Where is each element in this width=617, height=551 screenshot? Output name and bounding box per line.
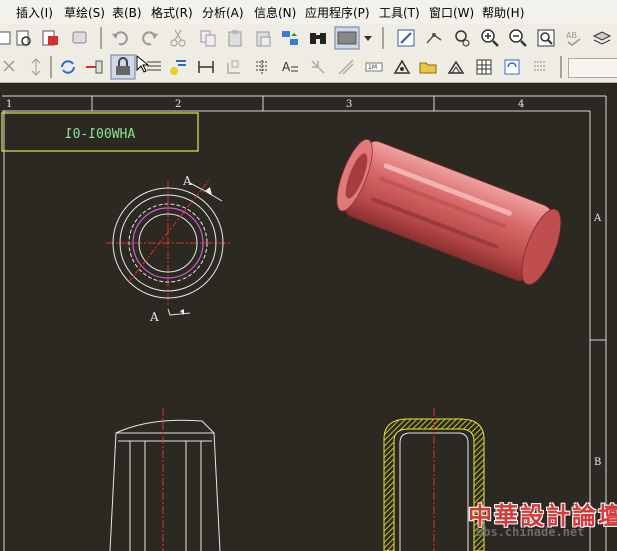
zoom-out-icon[interactable]	[508, 28, 528, 48]
undo-icon[interactable]	[110, 28, 130, 48]
zone-label-a: A	[593, 213, 602, 224]
drawing-canvas[interactable]: 1 2 3 4 A B AHW001-01 A A	[0, 83, 617, 551]
copy-to-icon[interactable]	[70, 28, 90, 48]
section-label-top: A	[182, 174, 192, 188]
zone-label-3: 3	[346, 99, 352, 110]
zone-label-1: 1	[6, 99, 12, 110]
dimension-icon[interactable]	[424, 28, 444, 48]
update-icon[interactable]	[502, 57, 522, 77]
toolbar-separator	[50, 56, 52, 78]
menu-format[interactable]: 格式(R)	[151, 4, 193, 21]
view-icon[interactable]	[446, 57, 466, 77]
toolbar-separator	[100, 27, 102, 49]
snap-icon[interactable]	[252, 57, 272, 77]
zone-label-b: B	[594, 457, 601, 468]
toolbar-drawing: A 1M	[0, 52, 617, 83]
drawing-sheet: 1 2 3 4 A B AHW001-01 A A	[1, 95, 607, 551]
zone-label-4: 4	[518, 99, 524, 110]
list-icon[interactable]	[530, 57, 550, 77]
paste-icon[interactable]	[226, 28, 246, 48]
view-display-icon[interactable]	[334, 26, 360, 50]
toolbar-separator	[560, 56, 562, 78]
delete-icon[interactable]	[0, 57, 20, 77]
watermark-url: bbs.chinade.net	[476, 525, 585, 539]
3d-model-cylinder[interactable]	[329, 134, 569, 290]
section-label-bottom: A	[149, 310, 159, 324]
menu-help[interactable]: 帮助(H)	[482, 4, 524, 21]
copy-icon[interactable]	[198, 28, 218, 48]
folder-icon[interactable]	[418, 57, 438, 77]
layers-icon[interactable]	[592, 28, 612, 48]
menu-sketch[interactable]: 草绘(S)	[64, 4, 105, 21]
lock-icon[interactable]	[110, 54, 136, 80]
svg-text:A: A	[282, 60, 291, 74]
watermark-logo: 中華設計論壇 bbs.chinade.net	[458, 494, 617, 546]
title-block-text: AHW001-01	[65, 127, 135, 142]
text-icon[interactable]: A	[280, 57, 300, 77]
refresh-icon[interactable]	[58, 57, 78, 77]
spell-icon[interactable]: AB	[564, 28, 584, 48]
menu-bar: 插入(I) 草绘(S) 表(B) 格式(R) 分析(A) 信息(N) 应用程序(…	[0, 0, 617, 25]
menu-analysis[interactable]: 分析(A)	[202, 4, 244, 21]
zoom-in-icon[interactable]	[480, 28, 500, 48]
node-icon[interactable]	[452, 28, 472, 48]
menu-tools[interactable]: 工具(T)	[379, 4, 420, 21]
menu-info[interactable]: 信息(N)	[254, 4, 296, 21]
front-view[interactable]: A A	[106, 174, 230, 324]
dimension-h-icon[interactable]	[196, 57, 216, 77]
highlight-icon[interactable]	[168, 57, 188, 77]
toolbar-top: AB	[0, 24, 617, 53]
move-icon[interactable]	[26, 57, 46, 77]
scale-input[interactable]	[568, 58, 617, 78]
print-icon[interactable]	[40, 28, 60, 48]
chevron-down-icon[interactable]	[362, 28, 374, 48]
svg-text:1M: 1M	[368, 64, 377, 71]
grid-icon[interactable]	[474, 57, 494, 77]
zoom-fit-icon[interactable]	[536, 28, 556, 48]
redo-icon[interactable]	[140, 28, 160, 48]
title-block[interactable]: AHW001-01	[1, 112, 199, 152]
paste-special-icon[interactable]	[254, 28, 274, 48]
svg-text:AB: AB	[566, 31, 577, 40]
balloon-icon[interactable]	[392, 57, 412, 77]
ordinate-icon[interactable]	[308, 57, 328, 77]
find-icon[interactable]	[308, 28, 328, 48]
align-icon[interactable]	[224, 57, 244, 77]
sheet-setup-icon[interactable]	[396, 28, 416, 48]
menu-applications[interactable]: 应用程序(P)	[305, 4, 370, 21]
side-view[interactable]	[109, 408, 221, 551]
switch-window-icon[interactable]	[280, 28, 300, 48]
zone-label-2: 2	[175, 99, 181, 110]
slash-icon[interactable]	[336, 57, 356, 77]
insert-icon[interactable]	[84, 57, 104, 77]
toolbar-separator	[382, 27, 384, 49]
sheet-border	[2, 95, 607, 551]
regenerate-icon[interactable]	[0, 28, 14, 48]
scale-icon[interactable]: 1M	[364, 57, 384, 77]
menu-insert[interactable]: 插入(I)	[16, 4, 53, 21]
table-icon[interactable]	[144, 57, 164, 77]
menu-table[interactable]: 表(B)	[112, 4, 142, 21]
open-icon[interactable]	[14, 28, 34, 48]
cut-icon[interactable]	[168, 28, 188, 48]
menu-window[interactable]: 窗口(W)	[429, 4, 474, 21]
